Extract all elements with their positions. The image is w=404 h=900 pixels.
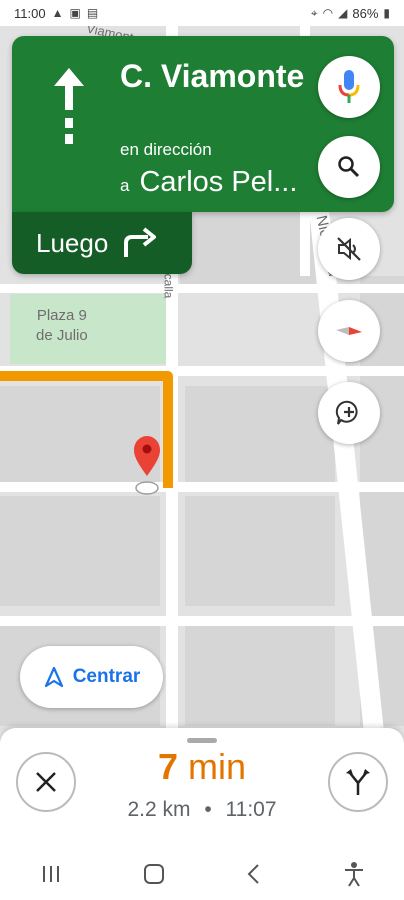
eta-unit: min bbox=[188, 746, 247, 787]
straight-arrow-icon bbox=[54, 68, 84, 144]
sheet-drag-handle[interactable] bbox=[187, 738, 217, 743]
navigation-arrow-icon bbox=[44, 666, 63, 688]
location-icon: ⌖ bbox=[310, 5, 318, 20]
trip-summary-sheet[interactable]: 7 min 2.2 km • 11:07 bbox=[0, 728, 404, 848]
trip-distance: 2.2 km bbox=[127, 798, 191, 821]
eta-minutes: 7 bbox=[157, 746, 178, 787]
search-button[interactable] bbox=[318, 136, 380, 198]
search-icon bbox=[338, 156, 360, 178]
park-label-line1: Plaza 9 bbox=[36, 307, 87, 324]
battery-icon: ▮ bbox=[383, 6, 390, 20]
recents-icon[interactable] bbox=[39, 864, 63, 884]
compass-icon bbox=[336, 327, 362, 335]
location-dot bbox=[135, 481, 159, 495]
park-area bbox=[10, 294, 166, 364]
navigation-arrow-icon: ▲ bbox=[51, 6, 64, 20]
microphone-icon bbox=[338, 70, 360, 103]
compass-button[interactable] bbox=[318, 300, 380, 362]
status-bar: 11:00 ▲ ▣ ▤ ⌖ ◠ ◢ 86% ▮ bbox=[0, 0, 404, 26]
nav-direction-label: en dirección bbox=[120, 140, 212, 159]
nav-to-street: Carlos Pel... bbox=[139, 166, 298, 198]
back-icon[interactable] bbox=[244, 863, 264, 885]
add-report-button[interactable] bbox=[318, 382, 380, 444]
street-label-left: calla bbox=[161, 273, 176, 299]
trip-arrival-time: 11:07 bbox=[225, 798, 277, 821]
home-icon[interactable] bbox=[142, 862, 166, 886]
nav-to-prefix: a bbox=[120, 176, 130, 195]
trip-separator: • bbox=[204, 798, 212, 821]
status-time: 11:00 bbox=[14, 5, 46, 21]
volume-off-icon bbox=[337, 237, 361, 261]
voice-button[interactable] bbox=[318, 56, 380, 118]
turn-right-icon bbox=[124, 227, 157, 257]
then-label: Luego bbox=[36, 227, 109, 258]
nav-destination-row: a Carlos Pel... bbox=[120, 166, 320, 199]
mute-button[interactable] bbox=[318, 218, 380, 280]
recenter-label: Centrar bbox=[72, 666, 141, 687]
nav-street-name: C. Viamonte bbox=[120, 58, 305, 94]
gallery-icon: ▣ bbox=[69, 6, 81, 20]
battery-level: 86% bbox=[352, 5, 379, 21]
then-instruction[interactable]: Luego bbox=[12, 212, 192, 274]
route-fork-icon bbox=[346, 769, 370, 795]
alternate-routes-button[interactable] bbox=[328, 752, 388, 812]
message-icon: ▤ bbox=[86, 6, 99, 20]
signal-icon: ◢ bbox=[338, 6, 348, 20]
recenter-button[interactable]: Centrar bbox=[20, 646, 163, 708]
park-label-line2: de Julio bbox=[36, 327, 88, 344]
add-report-icon bbox=[335, 400, 358, 425]
wifi-icon: ◠ bbox=[322, 6, 334, 20]
accessibility-icon[interactable] bbox=[343, 861, 365, 887]
system-navigation-bar bbox=[0, 848, 404, 900]
